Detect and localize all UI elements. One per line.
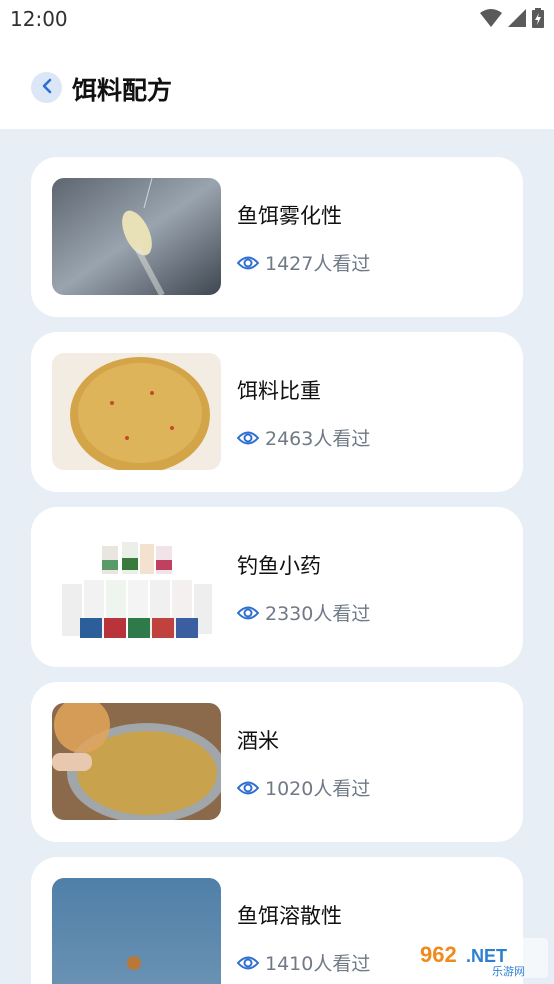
chevron-left-icon — [40, 78, 54, 98]
eye-icon — [237, 254, 259, 272]
list-item[interactable]: 酒米 1020人看过 — [31, 682, 523, 842]
view-count: 1410人看过 — [237, 949, 370, 976]
recipe-list[interactable]: 鱼饵雾化性 1427人看过 饵料比重 2463人看过 钓鱼小药 2330人看过 … — [0, 129, 554, 984]
view-count-label: 2330人看过 — [265, 603, 371, 625]
view-count-label: 1427人看过 — [265, 253, 371, 275]
thumbnail-image — [52, 178, 221, 295]
list-item[interactable]: 饵料比重 2463人看过 — [31, 332, 523, 492]
item-title: 酒米 — [237, 729, 279, 753]
view-count-label: 1410人看过 — [265, 953, 371, 975]
item-title: 饵料比重 — [237, 379, 321, 403]
view-count: 2463人看过 — [237, 424, 370, 451]
wifi-icon — [480, 9, 502, 31]
thumbnail-image — [52, 878, 221, 984]
svg-text:.NET: .NET — [466, 946, 507, 966]
list-item[interactable]: 钓鱼小药 2330人看过 — [31, 507, 523, 667]
eye-icon — [237, 954, 259, 972]
thumbnail-image — [52, 703, 221, 820]
item-title: 鱼饵雾化性 — [237, 204, 342, 228]
view-count-label: 2463人看过 — [265, 428, 371, 450]
page-title: 饵料配方 — [72, 76, 173, 105]
view-count-label: 1020人看过 — [265, 778, 371, 800]
status-icons — [480, 8, 544, 32]
watermark-logo: 962 .NET 乐游网 — [414, 938, 548, 978]
thumbnail-image — [52, 353, 221, 470]
header: 饵料配方 — [0, 38, 554, 129]
status-time: 12:00 — [10, 7, 68, 31]
status-bar: 12:00 — [0, 0, 554, 38]
item-title: 钓鱼小药 — [237, 554, 321, 578]
thumbnail-image — [52, 528, 221, 645]
svg-text:962: 962 — [420, 942, 457, 967]
signal-icon — [508, 9, 526, 31]
eye-icon — [237, 779, 259, 797]
svg-text:乐游网: 乐游网 — [492, 965, 525, 978]
battery-icon — [532, 8, 544, 32]
list-item[interactable]: 鱼饵雾化性 1427人看过 — [31, 157, 523, 317]
eye-icon — [237, 604, 259, 622]
item-title: 鱼饵溶散性 — [237, 904, 342, 928]
eye-icon — [237, 429, 259, 447]
back-button[interactable] — [31, 72, 62, 103]
view-count: 2330人看过 — [237, 599, 370, 626]
view-count: 1020人看过 — [237, 774, 370, 801]
view-count: 1427人看过 — [237, 249, 370, 276]
